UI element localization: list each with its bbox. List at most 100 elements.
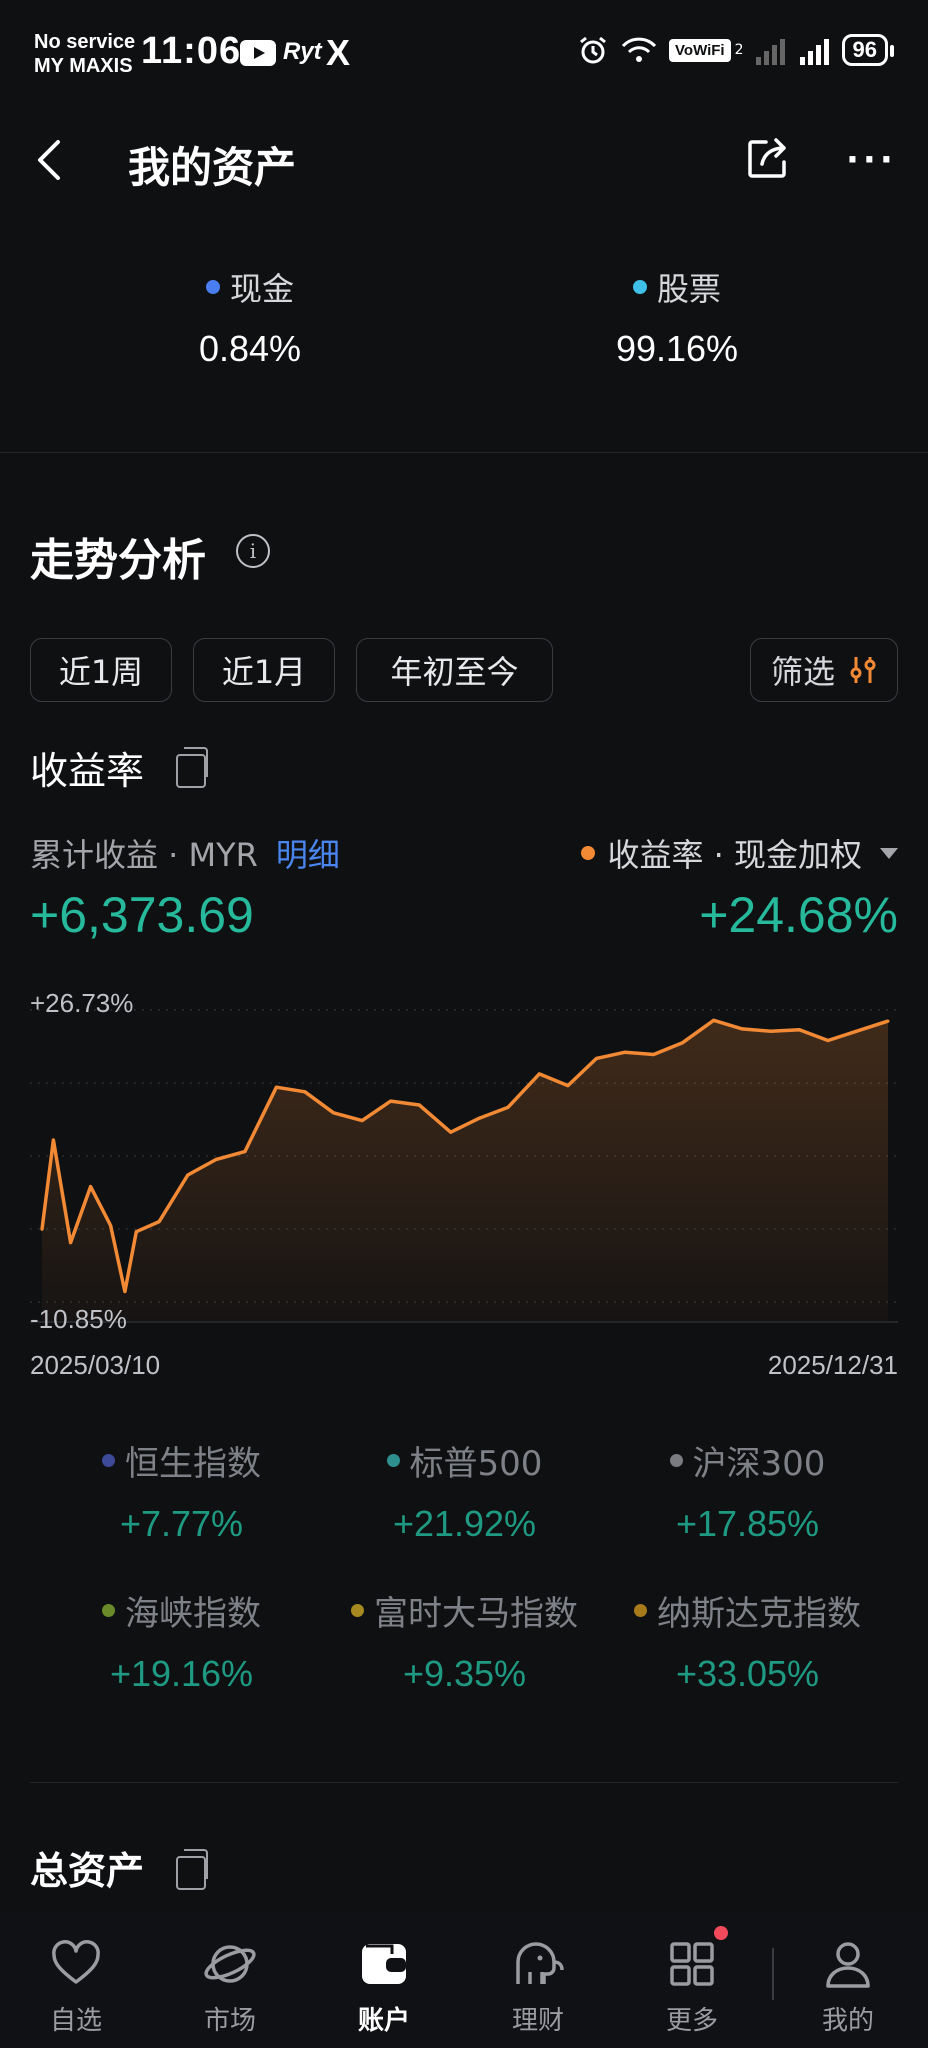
benchmark-hsi: 恒生指数 +7.77% [40,1436,323,1545]
benchmark-value: +19.16% [109,1653,254,1694]
chart-point [360,1119,364,1123]
tab-me[interactable]: 我的 [788,1936,908,2037]
chart-point [417,1103,421,1107]
x-app-icon: X [326,32,351,73]
chart-point [449,1130,453,1134]
x-start-label: 2025/03/10 [30,1350,161,1380]
chart-point [652,1053,656,1057]
return-chart[interactable]: +26.73% -10.85% [30,990,898,1330]
chart-point [109,1223,113,1227]
benchmark-dot [351,1604,364,1617]
chart-point [594,1056,598,1060]
chart-point [214,1157,218,1161]
ryt-icon: Ryt [283,38,322,65]
benchmark-name: 标普500 [409,1444,543,1484]
benchmark-ftse-malaysia: 富时大马指数 +9.35% [323,1586,606,1695]
signal-icon [799,39,829,65]
back-icon[interactable] [30,136,70,184]
allocation-stock: 股票 99.16% [497,264,857,370]
benchmark-value: +7.77% [119,1503,244,1544]
chart-point [826,1039,830,1043]
benchmark-value: +21.92% [392,1503,537,1544]
battery-indicator: 96 [841,34,895,66]
return-value: +24.68% [699,887,898,943]
tab-more[interactable]: 更多 [632,1936,752,2037]
chart-point [274,1085,278,1089]
heart-icon [52,1940,100,1984]
return-dot [581,846,596,860]
tab-watchlist[interactable]: 自选 [16,1936,136,2037]
filter-label: 筛选 [770,653,835,691]
benchmark-value: +17.85% [675,1503,820,1544]
chart-point [506,1105,510,1109]
vowifi-badge: VoWiFi [669,38,731,62]
chart-point [332,1111,336,1115]
chart-point [477,1116,481,1120]
tab-label: 理财 [511,2006,564,2036]
range-1w-button[interactable]: 近1周 [30,638,172,702]
benchmark-dot [669,1454,683,1467]
chart-point [797,1028,801,1032]
benchmark-nasdaq: 纳斯达克指数 +33.05% [606,1586,889,1695]
chart-point [886,1019,890,1023]
tab-separator [772,1948,774,2000]
status-carrier: No service MY MAXIS [34,30,135,78]
chart-point [389,1099,393,1103]
return-subtitle: 收益率 [30,749,145,793]
filter-button[interactable]: 筛选 [750,638,898,702]
tab-wealth[interactable]: 理财 [478,1936,598,2037]
benchmark-sp500: 标普500 +21.92% [323,1436,606,1545]
chart-point [69,1241,73,1245]
allocation-cash: 现金 0.84% [70,264,430,370]
return-type-selector[interactable]: 收益率 · 现金加权 [581,830,898,876]
y-tick-bottom: -10.85% [30,1304,127,1330]
benchmark-dot [102,1604,115,1617]
chart-point [123,1290,127,1294]
alarm-icon [580,36,606,64]
benchmark-name: 纳斯达克指数 [657,1594,861,1634]
y-tick-top: +26.73% [30,990,133,1018]
grid-icon [670,1942,714,1986]
tab-market[interactable]: 市场 [170,1936,290,2037]
planet-icon [204,1945,256,1983]
total-assets-title: 总资产 [30,1849,145,1893]
info-icon[interactable]: i [236,534,270,568]
chart-point [537,1072,541,1076]
carrier-line2: MY MAXIS [34,55,133,77]
copy-icon[interactable] [176,747,208,788]
benchmark-dot [102,1454,115,1467]
signal-icon-sim2 [755,39,785,65]
wifi-icon [621,37,657,62]
elephant-icon [516,1942,564,1984]
range-1m-button[interactable]: 近1月 [193,638,335,702]
chart-point [40,1227,44,1231]
cumulative-label-text: 累计收益 · MYR [30,836,258,874]
tab-label: 市场 [203,2006,256,2036]
share-icon[interactable] [744,134,792,182]
benchmark-name: 恒生指数 [125,1444,261,1484]
copy-icon[interactable] [176,1849,208,1890]
carrier-line1: No service [34,31,136,53]
benchmark-value: +9.35% [402,1653,527,1694]
tab-label: 我的 [821,2006,874,2036]
section-divider [30,1782,898,1783]
page-title: 我的资产 [128,143,297,192]
youtube-icon [240,40,276,66]
chart-point [566,1084,570,1088]
tab-label: 更多 [665,2006,718,2036]
chart-point [89,1185,93,1189]
range-ytd-button[interactable]: 年初至今 [356,638,553,702]
more-menu-button[interactable]: ··· [846,143,897,177]
benchmark-straits: 海峡指数 +19.16% [40,1586,323,1695]
detail-link[interactable]: 明细 [276,836,340,874]
benchmark-name: 海峡指数 [125,1594,261,1634]
tab-account[interactable]: 账户 [324,1936,444,2037]
tab-label: 账户 [357,2006,410,2036]
x-end-label: 2025/12/31 [767,1350,898,1380]
chart-point [769,1029,773,1033]
chart-point [680,1041,684,1045]
chart-point [157,1220,161,1224]
status-indicators: VoWiFi 2 96 [577,34,895,66]
chart-point [855,1029,859,1033]
cash-label: 现金 [229,270,294,308]
